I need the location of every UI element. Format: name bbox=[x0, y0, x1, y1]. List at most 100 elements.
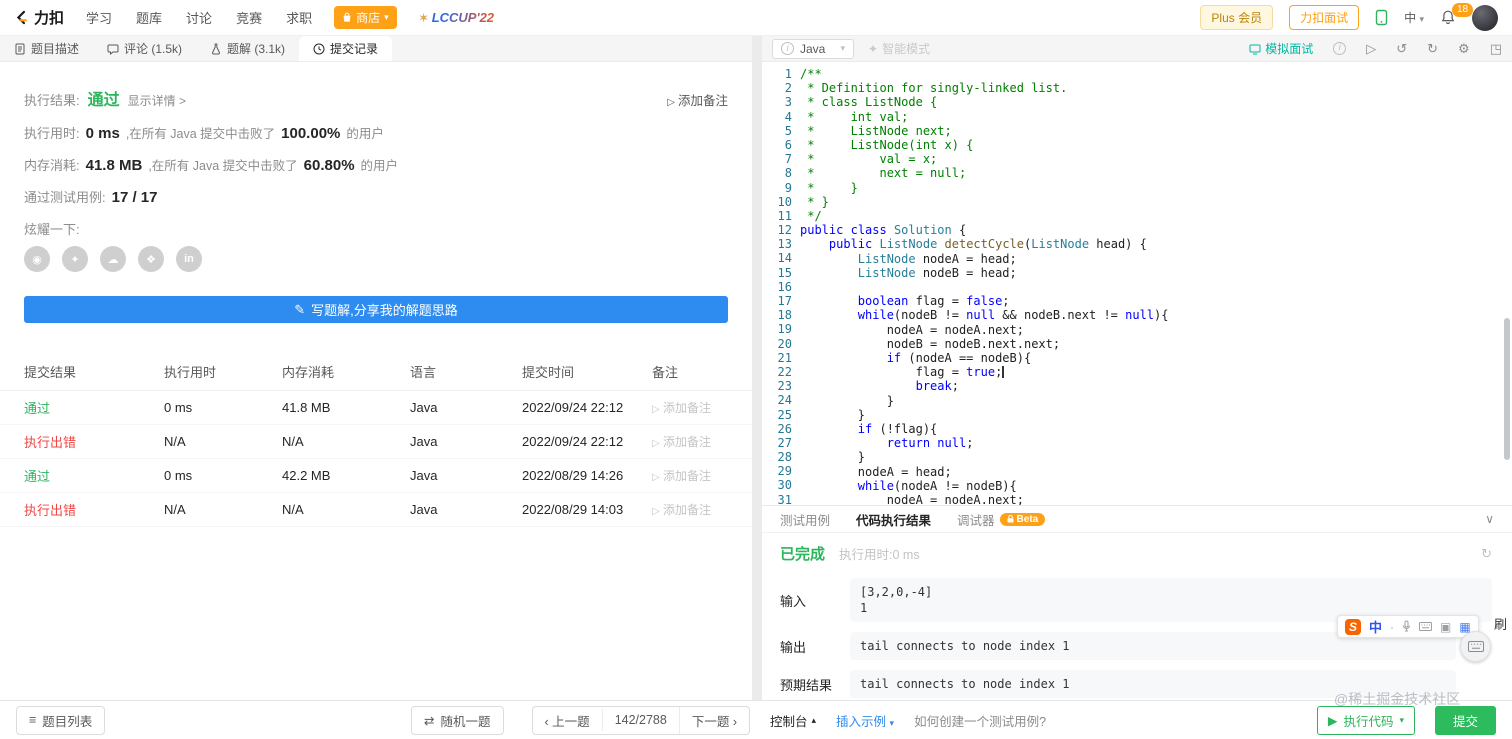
add-note-link[interactable]: ▷ 添加备注 bbox=[652, 433, 728, 450]
code-line[interactable]: * } bbox=[800, 195, 1512, 209]
share-linkedin-icon[interactable]: in bbox=[176, 246, 202, 272]
notifications-button[interactable]: 18 bbox=[1440, 3, 1474, 26]
tab-debugger[interactable]: 调试器 Beta bbox=[957, 510, 1046, 529]
clipboard-icon[interactable]: ▣ bbox=[1440, 621, 1451, 633]
code-line[interactable]: public ListNode detectCycle(ListNode hea… bbox=[800, 237, 1512, 251]
sogou-logo-icon[interactable]: S bbox=[1345, 618, 1361, 635]
nav-item-learn[interactable]: 学习 bbox=[86, 8, 112, 27]
run-icon[interactable]: ▷ bbox=[1366, 42, 1376, 55]
mobile-app-icon[interactable] bbox=[1375, 9, 1388, 26]
submission-result[interactable]: 执行出错 bbox=[24, 432, 164, 451]
fullscreen-icon[interactable]: ◳ bbox=[1490, 42, 1502, 55]
add-note-button[interactable]: ▷ 添加备注 bbox=[667, 90, 728, 109]
code-line[interactable]: boolean flag = false; bbox=[800, 294, 1512, 308]
code-line[interactable]: } bbox=[800, 450, 1512, 464]
ime-panel-grid-icon[interactable]: ▦ bbox=[1459, 621, 1470, 633]
smart-mode-toggle[interactable]: ✦ 智能模式 bbox=[868, 40, 930, 57]
code-line[interactable]: nodeA = nodeA.next; bbox=[800, 493, 1512, 505]
mock-interview-button[interactable]: 模拟面试 bbox=[1249, 40, 1313, 57]
language-dropdown[interactable]: i Java ▾ bbox=[772, 38, 854, 59]
store-button[interactable]: 商店 ▾ bbox=[334, 6, 397, 29]
code-line[interactable]: /** bbox=[800, 67, 1512, 81]
code-line[interactable]: ListNode nodeA = head; bbox=[800, 252, 1512, 266]
leetcode-logo[interactable]: 力扣 bbox=[14, 7, 64, 28]
submit-button[interactable]: 提交 bbox=[1434, 705, 1496, 735]
run-code-button[interactable]: ▶ 执行代码 ▾ bbox=[1316, 705, 1415, 735]
code-line[interactable]: } bbox=[800, 408, 1512, 422]
ime-float-button[interactable] bbox=[1460, 631, 1491, 662]
prev-problem-button[interactable]: ‹ 上一题 bbox=[533, 707, 602, 734]
insert-example-button[interactable]: 插入示例 ▾ bbox=[836, 711, 894, 730]
code-line[interactable] bbox=[800, 280, 1512, 294]
keyboard-icon[interactable] bbox=[1419, 621, 1433, 633]
code-line[interactable]: ListNode nodeB = head; bbox=[800, 266, 1512, 280]
collapse-console-icon[interactable]: ∨ bbox=[1485, 512, 1494, 526]
code-line[interactable]: * next = null; bbox=[800, 166, 1512, 180]
add-note-link[interactable]: ▷ 添加备注 bbox=[652, 399, 728, 416]
code-line[interactable]: nodeA = nodeA.next; bbox=[800, 323, 1512, 337]
next-problem-button[interactable]: 下一题 › bbox=[678, 706, 749, 734]
table-row[interactable]: 执行出错 N/A N/A Java 2022/08/29 14:03 ▷ 添加备注 bbox=[0, 493, 752, 527]
plus-member-button[interactable]: Plus 会员 bbox=[1200, 5, 1274, 30]
share-icon[interactable]: ◉ bbox=[24, 246, 50, 272]
ime-punctuation-icon[interactable]: · bbox=[1390, 621, 1394, 633]
code-line[interactable]: nodeB = nodeB.next.next; bbox=[800, 337, 1512, 351]
share-icon[interactable]: ✦ bbox=[62, 246, 88, 272]
nav-item-contest[interactable]: 竞赛 bbox=[236, 8, 262, 27]
share-icon[interactable]: ☁ bbox=[100, 246, 126, 272]
leetcode-interview-button[interactable]: 力扣面试 bbox=[1289, 5, 1360, 30]
code-line[interactable]: * int val; bbox=[800, 110, 1512, 124]
code-line[interactable]: return null; bbox=[800, 436, 1512, 450]
tab-submissions[interactable]: 提交记录 bbox=[299, 36, 393, 61]
code-line[interactable]: } bbox=[800, 394, 1512, 408]
console-toggle-button[interactable]: 控制台 ▴ bbox=[770, 711, 816, 730]
code-line[interactable]: while(nodeB != null && nodeB.next != nul… bbox=[800, 308, 1512, 322]
tab-run-result[interactable]: 代码执行结果 bbox=[856, 510, 931, 529]
random-problem-button[interactable]: ⇄ 随机一题 bbox=[411, 705, 504, 735]
side-widget-tab[interactable]: 刷 bbox=[1494, 614, 1507, 633]
code-line[interactable]: if (nodeA == nodeB){ bbox=[800, 351, 1512, 365]
table-row[interactable]: 通过 0 ms 42.2 MB Java 2022/08/29 14:26 ▷ 添加备注 bbox=[0, 459, 752, 493]
submission-result[interactable]: 通过 bbox=[24, 398, 164, 417]
language-selector[interactable]: 中 ▾ bbox=[1404, 9, 1424, 26]
submission-result[interactable]: 通过 bbox=[24, 466, 164, 485]
code-line[interactable]: while(nodeA != nodeB){ bbox=[800, 479, 1512, 493]
code-line[interactable]: if (!flag){ bbox=[800, 422, 1512, 436]
submission-result[interactable]: 执行出错 bbox=[24, 500, 164, 519]
code-line[interactable]: public class Solution { bbox=[800, 223, 1512, 237]
scrollbar-thumb[interactable] bbox=[1504, 318, 1510, 460]
reset-code-icon[interactable]: ↺ bbox=[1396, 42, 1407, 55]
code-editor[interactable]: 1 2 3 4 5 6 7 8 9 10 11 12 13 14 15 16 17 18 19 20 21 22 23 24 2… bbox=[762, 62, 1512, 505]
nav-item-discuss[interactable]: 讨论 bbox=[186, 8, 212, 27]
code-line[interactable]: * class ListNode { bbox=[800, 95, 1512, 109]
history-icon[interactable]: ↻ bbox=[1427, 42, 1438, 55]
user-avatar[interactable] bbox=[1472, 4, 1498, 31]
add-note-link[interactable]: ▷ 添加备注 bbox=[652, 501, 728, 518]
info-icon[interactable]: i bbox=[1333, 42, 1347, 55]
problem-list-button[interactable]: ≡ 题目列表 bbox=[16, 705, 106, 735]
editor-code[interactable]: /** * Definition for singly-linked list.… bbox=[800, 67, 1512, 505]
add-note-link[interactable]: ▷ 添加备注 bbox=[652, 467, 728, 484]
ime-mode-chinese[interactable]: 中 bbox=[1369, 617, 1382, 636]
code-line[interactable]: nodeA = head; bbox=[800, 465, 1512, 479]
write-solution-button[interactable]: ✎ 写题解,分享我的解题思路 bbox=[24, 296, 728, 323]
howto-testcase-link[interactable]: 如何创建一个测试用例? bbox=[914, 711, 1046, 730]
code-line[interactable]: * Definition for singly-linked list. bbox=[800, 81, 1512, 95]
refresh-icon[interactable]: ↻ bbox=[1481, 546, 1492, 562]
code-line[interactable]: flag = true; bbox=[800, 365, 1512, 379]
lccup-logo[interactable]: ✶ LCCUP'22 bbox=[419, 10, 494, 25]
code-line[interactable]: * ListNode(int x) { bbox=[800, 138, 1512, 152]
share-icon[interactable]: ❖ bbox=[138, 246, 164, 272]
tab-testcase[interactable]: 测试用例 bbox=[780, 510, 830, 529]
code-line[interactable]: */ bbox=[800, 209, 1512, 223]
nav-item-problems[interactable]: 题库 bbox=[136, 8, 162, 27]
table-row[interactable]: 执行出错 N/A N/A Java 2022/09/24 22:12 ▷ 添加备注 bbox=[0, 425, 752, 459]
tab-comments[interactable]: 评论 (1.5k) bbox=[93, 36, 196, 61]
microphone-icon[interactable] bbox=[1402, 620, 1411, 634]
settings-gear-icon[interactable]: ⚙ bbox=[1458, 42, 1470, 55]
code-line[interactable]: * ListNode next; bbox=[800, 124, 1512, 138]
tab-description[interactable]: 题目描述 bbox=[0, 36, 93, 61]
panel-divider[interactable] bbox=[752, 36, 762, 700]
code-line[interactable]: * } bbox=[800, 181, 1512, 195]
show-details-link[interactable]: 显示详情 > bbox=[128, 92, 186, 109]
